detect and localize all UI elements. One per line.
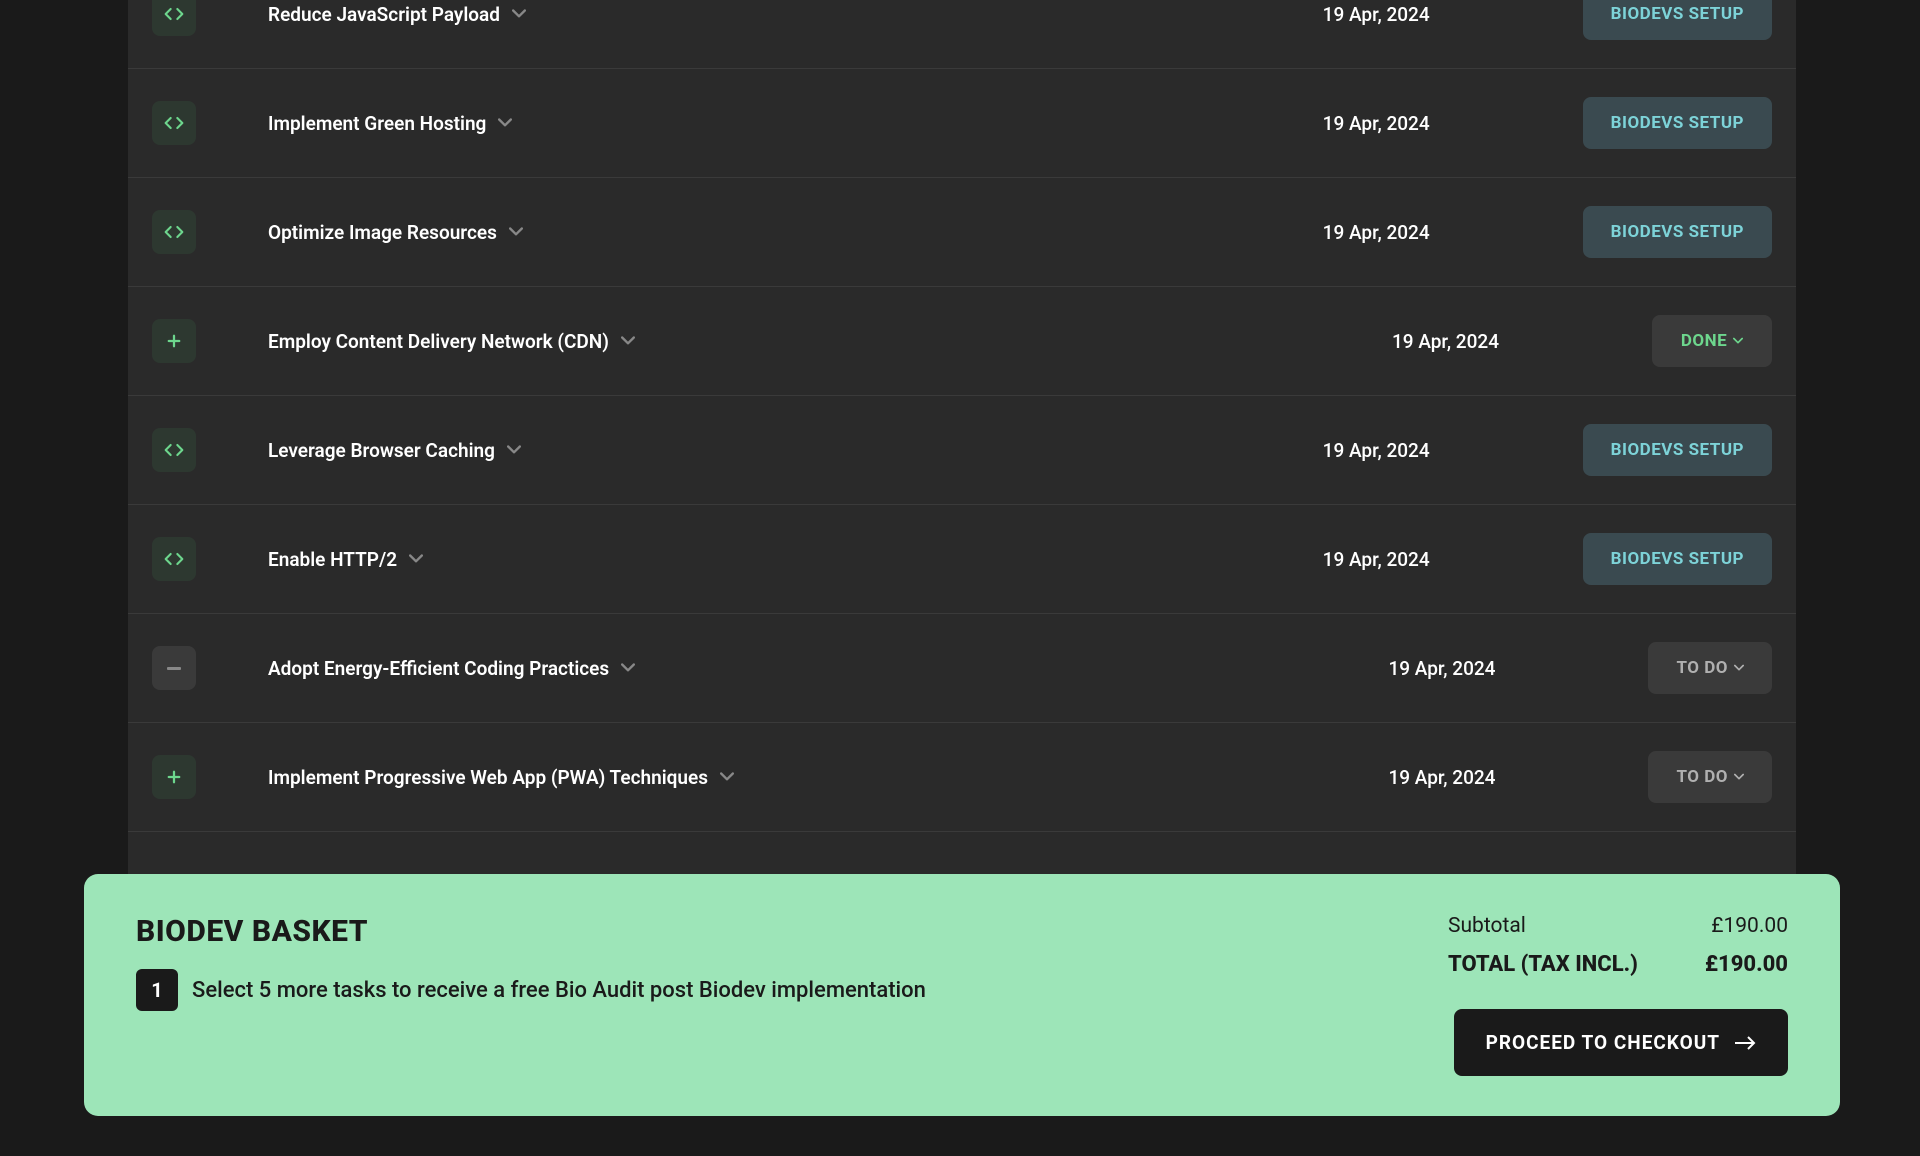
status-biodevs-setup[interactable]: BIODEVS SETUP	[1583, 97, 1772, 149]
basket-summary: Subtotal £190.00 TOTAL (TAX INCL.) £190.…	[1448, 914, 1788, 1076]
status-todo[interactable]: TO DO	[1648, 751, 1772, 803]
task-title[interactable]: Leverage Browser Caching	[268, 439, 1323, 462]
task-row[interactable]: Leverage Browser Caching 19 Apr, 2024 BIOD…	[128, 396, 1796, 505]
chevron-down-icon	[498, 112, 512, 135]
biodev-basket: BIODEV BASKET 1 Select 5 more tasks to r…	[84, 874, 1840, 1116]
status-label: BIODEVS SETUP	[1611, 440, 1744, 460]
status-label: BIODEVS SETUP	[1611, 4, 1744, 24]
basket-title: BIODEV BASKET	[136, 914, 1448, 949]
task-row[interactable]: Adopt Energy-Efficient Coding Practices 1…	[128, 614, 1796, 723]
basket-message-row: 1 Select 5 more tasks to receive a free …	[136, 969, 1448, 1011]
task-date: 19 Apr, 2024	[1323, 548, 1583, 571]
basket-info: BIODEV BASKET 1 Select 5 more tasks to r…	[136, 914, 1448, 1076]
task-title[interactable]: Implement Green Hosting	[268, 112, 1323, 135]
basket-count-badge: 1	[136, 969, 178, 1011]
task-title-text: Employ Content Delivery Network (CDN)	[268, 330, 609, 353]
task-date: 19 Apr, 2024	[1323, 112, 1583, 135]
subtotal-value: £190.00	[1711, 914, 1788, 938]
chevron-down-icon	[621, 657, 635, 680]
task-row[interactable]: Reduce JavaScript Payload 19 Apr, 2024 BIO…	[128, 0, 1796, 69]
task-plus-icon[interactable]	[152, 319, 196, 363]
task-row[interactable]: Implement Green Hosting 19 Apr, 2024 BIODE…	[128, 69, 1796, 178]
proceed-to-checkout-button[interactable]: PROCEED TO CHECKOUT	[1454, 1009, 1788, 1076]
task-code-icon[interactable]	[152, 428, 196, 472]
task-row[interactable]: Implement Progressive Web App (PWA) Tech…	[128, 723, 1796, 832]
task-date: 19 Apr, 2024	[1323, 3, 1583, 26]
status-label: TO DO	[1676, 658, 1728, 678]
task-row[interactable]: Employ Content Delivery Network (CDN) 19 …	[128, 287, 1796, 396]
chevron-down-icon	[507, 439, 521, 462]
chevron-down-icon	[720, 766, 734, 789]
status-label: TO DO	[1676, 767, 1728, 787]
task-date: 19 Apr, 2024	[1388, 766, 1648, 789]
task-plus-icon[interactable]	[152, 755, 196, 799]
task-title[interactable]: Reduce JavaScript Payload	[268, 3, 1323, 26]
basket-message-text: Select 5 more tasks to receive a free Bi…	[192, 978, 926, 1003]
total-value: £190.00	[1705, 952, 1788, 977]
task-row[interactable]: Enable HTTP/2 19 Apr, 2024 BIODEVS SETUP	[128, 505, 1796, 614]
total-label: TOTAL (TAX INCL.)	[1448, 952, 1638, 977]
task-title[interactable]: Enable HTTP/2	[268, 548, 1323, 571]
task-title[interactable]: Adopt Energy-Efficient Coding Practices	[268, 657, 1388, 680]
status-biodevs-setup[interactable]: BIODEVS SETUP	[1583, 206, 1772, 258]
task-title-text: Implement Progressive Web App (PWA) Tech…	[268, 766, 708, 789]
status-biodevs-setup[interactable]: BIODEVS SETUP	[1583, 0, 1772, 40]
subtotal-row: Subtotal £190.00	[1448, 914, 1788, 938]
task-title[interactable]: Employ Content Delivery Network (CDN)	[268, 330, 1392, 353]
task-title-text: Reduce JavaScript Payload	[268, 3, 500, 26]
task-code-icon[interactable]	[152, 210, 196, 254]
task-row[interactable]: Optimize Image Resources 19 Apr, 2024 BIOD…	[128, 178, 1796, 287]
chevron-down-icon	[512, 3, 526, 26]
task-title-text: Leverage Browser Caching	[268, 439, 495, 462]
task-code-icon[interactable]	[152, 101, 196, 145]
task-code-icon[interactable]	[152, 537, 196, 581]
task-title-text: Implement Green Hosting	[268, 112, 486, 135]
subtotal-label: Subtotal	[1448, 914, 1526, 938]
task-title-text: Enable HTTP/2	[268, 548, 397, 571]
chevron-down-icon	[621, 330, 635, 353]
status-done[interactable]: DONE	[1652, 315, 1772, 367]
task-title[interactable]: Optimize Image Resources	[268, 221, 1323, 244]
task-date: 19 Apr, 2024	[1392, 330, 1652, 353]
task-title-text: Optimize Image Resources	[268, 221, 497, 244]
task-title[interactable]: Implement Progressive Web App (PWA) Tech…	[268, 766, 1388, 789]
task-title-text: Adopt Energy-Efficient Coding Practices	[268, 657, 609, 680]
chevron-down-icon	[409, 548, 423, 571]
status-todo[interactable]: TO DO	[1648, 642, 1772, 694]
status-label: BIODEVS SETUP	[1611, 113, 1744, 133]
status-label: BIODEVS SETUP	[1611, 222, 1744, 242]
task-date: 19 Apr, 2024	[1388, 657, 1648, 680]
task-date: 19 Apr, 2024	[1323, 439, 1583, 462]
task-date: 19 Apr, 2024	[1323, 221, 1583, 244]
arrow-right-icon	[1734, 1036, 1756, 1050]
chevron-down-icon	[509, 221, 523, 244]
task-minus-icon[interactable]	[152, 646, 196, 690]
checkout-label: PROCEED TO CHECKOUT	[1486, 1031, 1720, 1054]
task-code-icon[interactable]	[152, 0, 196, 36]
status-label: DONE	[1681, 331, 1727, 351]
status-biodevs-setup[interactable]: BIODEVS SETUP	[1583, 533, 1772, 585]
total-row: TOTAL (TAX INCL.) £190.00	[1448, 952, 1788, 977]
status-biodevs-setup[interactable]: BIODEVS SETUP	[1583, 424, 1772, 476]
status-label: BIODEVS SETUP	[1611, 549, 1744, 569]
